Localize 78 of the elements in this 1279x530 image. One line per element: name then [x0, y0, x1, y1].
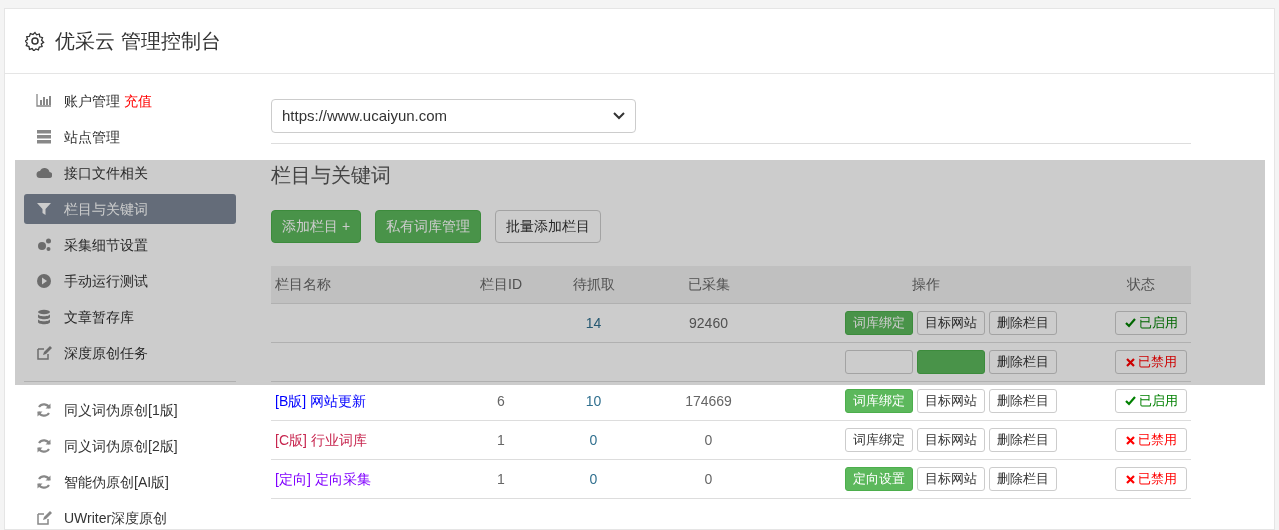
toolbar-button[interactable]: 批量添加栏目	[495, 210, 602, 243]
table-cell: 14	[585, 314, 602, 331]
table-cell: 0	[704, 470, 713, 487]
sidebar-label: UWriter深度原创	[64, 508, 168, 528]
action-button[interactable]: 删除栏目	[989, 389, 1057, 413]
sidebar-item[interactable]: 深度原创任务	[24, 338, 236, 368]
cross-icon	[1125, 474, 1135, 484]
table-cell: 0	[589, 470, 598, 487]
refresh-icon	[36, 402, 52, 418]
database-icon	[36, 309, 52, 325]
status-button[interactable]: 已启用	[1115, 389, 1187, 413]
column-link[interactable]: [定向] 定向采集	[275, 470, 371, 487]
sidebar-label: 采集细节设置	[64, 235, 148, 255]
site-select[interactable]: https://www.ucaiyun.com	[271, 99, 636, 133]
sidebar-item[interactable]: 采集细节设置	[24, 230, 236, 260]
sidebar-item[interactable]: 站点管理	[24, 122, 236, 152]
sidebar-item[interactable]: 账户管理 充值	[24, 86, 236, 116]
table-header: 栏目名称 栏目ID 待抓取 已采集 操作 状态	[271, 266, 1191, 304]
section-title: 栏目与关键词	[271, 163, 392, 188]
action-button[interactable]: 删除栏目	[989, 467, 1057, 491]
action-button[interactable]: 目标网站	[917, 311, 985, 335]
check-icon	[1124, 396, 1136, 406]
sidebar-label: 栏目与关键词	[64, 199, 148, 219]
chevron-down-icon	[613, 112, 625, 120]
action-button[interactable]: 词库绑定	[845, 428, 913, 452]
sidebar-label: 深度原创任务	[64, 343, 148, 363]
edit-icon	[36, 510, 52, 526]
table-cell: 1	[497, 470, 505, 487]
action-button[interactable]: 删除栏目	[989, 428, 1057, 452]
table-cell: 1	[497, 431, 505, 448]
sidebar-label: 站点管理	[64, 127, 120, 147]
cross-icon	[1125, 435, 1135, 445]
sidebar-item[interactable]: 同义词伪原创[2版]	[24, 431, 236, 461]
action-button[interactable]: 删除栏目	[989, 311, 1057, 335]
recharge-link[interactable]: 充值	[124, 90, 152, 112]
cloud-icon	[36, 165, 52, 181]
action-button[interactable]: 删除栏目	[989, 350, 1057, 374]
sidebar-item[interactable]: 文章暂存库	[24, 302, 236, 332]
column-link[interactable]: [C版] 行业词库	[275, 431, 367, 448]
sidebar-label: 智能伪原创[AI版]	[64, 472, 169, 492]
console-title: 优采云 管理控制台	[55, 29, 221, 54]
sidebar-item[interactable]: 接口文件相关	[24, 158, 236, 188]
table-cell: 174669	[685, 392, 732, 409]
sidebar-label: 账户管理	[64, 91, 120, 111]
column-link[interactable]: [B版] 网站更新	[275, 392, 366, 409]
status-button[interactable]: 已禁用	[1115, 467, 1187, 491]
table-cell: 6	[497, 392, 505, 409]
server-icon	[36, 129, 52, 145]
action-button[interactable]: 目标网站	[917, 467, 985, 491]
play-icon	[36, 273, 52, 289]
sidebar-label: 文章暂存库	[64, 307, 134, 327]
table-cell: 0	[589, 431, 598, 448]
action-button[interactable]	[917, 350, 985, 374]
sidebar-item[interactable]: 手动运行测试	[24, 266, 236, 296]
action-button[interactable]: 目标网站	[917, 389, 985, 413]
bar-chart-icon	[36, 93, 52, 109]
settings-icon	[25, 31, 45, 51]
edit-icon	[36, 345, 52, 361]
table-cell: 0	[704, 431, 713, 448]
sidebar-label: 手动运行测试	[64, 271, 148, 291]
sidebar-item[interactable]: 同义词伪原创[1版]	[24, 395, 236, 425]
action-button[interactable]	[845, 350, 913, 374]
action-button[interactable]: 目标网站	[917, 428, 985, 452]
refresh-icon	[36, 438, 52, 454]
sidebar-item[interactable]: UWriter深度原创	[24, 503, 236, 529]
sidebar-label: 同义词伪原创[1版]	[64, 400, 178, 420]
status-button[interactable]: 已禁用	[1115, 350, 1187, 374]
table-cell: 10	[585, 392, 602, 409]
sidebar-item[interactable]: 智能伪原创[AI版]	[24, 467, 236, 497]
status-button[interactable]: 已启用	[1115, 311, 1187, 335]
filter-icon	[36, 201, 52, 217]
refresh-icon	[36, 474, 52, 490]
sidebar-label: 接口文件相关	[64, 163, 148, 183]
table-cell: 92460	[689, 314, 728, 331]
cross-icon	[1125, 357, 1135, 367]
check-icon	[1124, 318, 1136, 328]
status-button[interactable]: 已禁用	[1115, 428, 1187, 452]
sidebar-label: 同义词伪原创[2版]	[64, 436, 178, 456]
